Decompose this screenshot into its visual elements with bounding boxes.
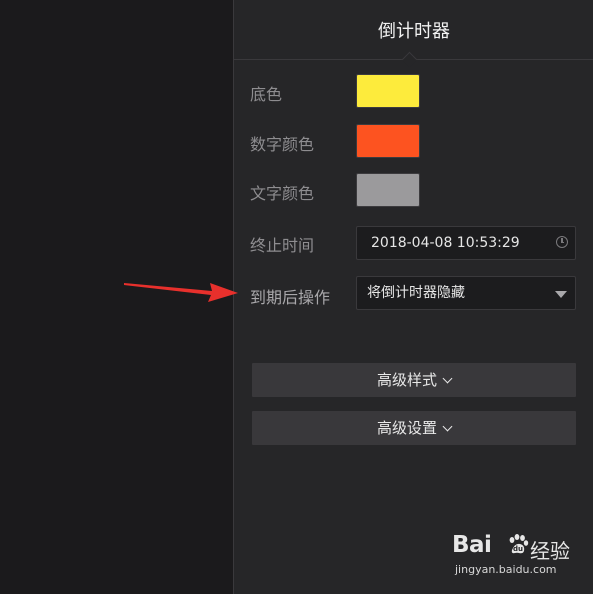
- end-time-input[interactable]: 2018-04-08 10:53:29: [356, 226, 576, 260]
- advanced-style-label: 高级样式: [376, 371, 437, 389]
- advanced-settings-label: 高级设置: [376, 419, 437, 437]
- svg-text:du: du: [513, 545, 523, 553]
- number-color-label: 数字颜色: [250, 135, 315, 154]
- clock-icon[interactable]: [556, 236, 568, 248]
- bg-color-swatch[interactable]: [356, 74, 420, 108]
- expire-action-select[interactable]: 将倒计时器隐藏: [356, 276, 576, 310]
- watermark-brand-right: 经验: [530, 539, 570, 563]
- advanced-style-button[interactable]: 高级样式: [252, 363, 576, 397]
- number-color-swatch[interactable]: [356, 124, 420, 158]
- chevron-down-icon: [442, 421, 453, 432]
- paw-icon: du: [509, 534, 529, 554]
- countdown-settings-panel: 倒计时器 底色 数字颜色 文字颜色 终止时间 2018-04-08 10:53:…: [233, 0, 593, 594]
- panel-title: 倒计时器: [234, 0, 593, 60]
- watermark-url: jingyan.baidu.com: [455, 563, 557, 576]
- advanced-settings-button[interactable]: 高级设置: [252, 411, 576, 445]
- end-time-label: 终止时间: [250, 236, 315, 255]
- chevron-down-icon[interactable]: [555, 291, 567, 298]
- expire-action-value: 将倒计时器隐藏: [367, 285, 465, 301]
- red-arrow-icon: [124, 283, 238, 302]
- expire-action-label: 到期后操作: [250, 288, 331, 307]
- chevron-down-icon: [442, 373, 453, 384]
- text-color-label: 文字颜色: [250, 184, 315, 203]
- text-color-swatch[interactable]: [356, 173, 420, 207]
- baidu-jingyan-watermark: Bai du 经验 jingyan.baidu.com: [452, 530, 582, 585]
- bg-color-label: 底色: [250, 85, 283, 104]
- watermark-brand-left: Bai: [452, 532, 492, 558]
- end-time-value: 2018-04-08 10:53:29: [371, 235, 520, 251]
